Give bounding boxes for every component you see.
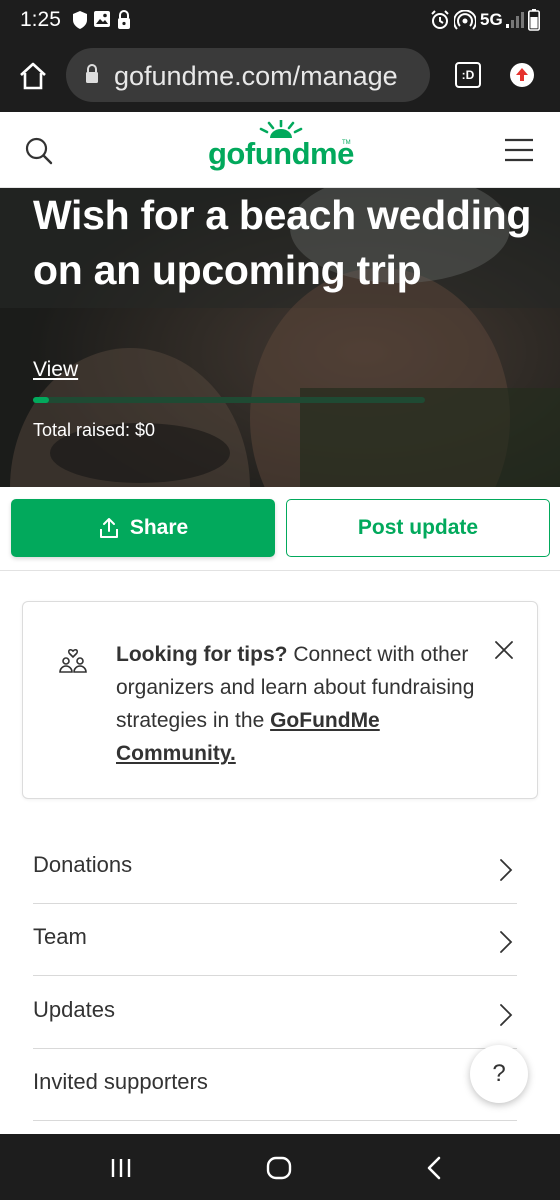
share-icon xyxy=(98,517,120,539)
home-icon[interactable] xyxy=(17,60,49,97)
signal-icon xyxy=(506,12,524,33)
community-icon xyxy=(57,642,89,679)
network-type: 5G xyxy=(480,10,503,29)
browser-toolbar: gofundme.com/manage :D xyxy=(0,40,560,112)
share-button[interactable]: Share xyxy=(11,499,275,557)
url-text: gofundme.com/manage xyxy=(114,61,398,91)
lock-icon xyxy=(117,10,131,35)
status-time: 1:25 xyxy=(20,8,61,31)
menu-item-donations[interactable]: Donations xyxy=(33,832,517,904)
menu-item-label: Updates xyxy=(33,997,115,1022)
menu-item-updates[interactable]: Updates xyxy=(33,977,517,1049)
divider xyxy=(0,570,560,571)
gallery-icon xyxy=(93,10,111,33)
chevron-right-icon xyxy=(499,1003,513,1032)
site-header: gofundme TM xyxy=(0,112,560,188)
home-button-icon[interactable] xyxy=(266,1156,292,1185)
tab-switcher-button[interactable]: :D xyxy=(455,62,481,88)
help-label: ? xyxy=(492,1060,506,1087)
menu-item-team[interactable]: Team xyxy=(33,904,517,976)
battery-icon xyxy=(528,9,540,36)
gofundme-logo[interactable]: gofundme xyxy=(208,136,354,172)
menu-item-label: Team xyxy=(33,924,87,949)
recent-apps-icon[interactable] xyxy=(110,1157,132,1184)
menu-item-invited-supporters[interactable]: Invited supporters xyxy=(33,1049,517,1121)
hamburger-menu-icon[interactable] xyxy=(504,138,534,167)
help-button[interactable]: ? xyxy=(470,1045,528,1103)
menu-item-label: Invited supporters xyxy=(33,1069,208,1094)
logo-trademark: TM xyxy=(342,140,351,146)
hotspot-icon xyxy=(453,9,477,35)
share-label: Share xyxy=(129,516,189,539)
system-navigation-bar xyxy=(0,1134,560,1200)
chevron-right-icon xyxy=(499,858,513,887)
menu-item-label: Donations xyxy=(33,852,133,877)
total-raised: Total raised: $0 xyxy=(33,420,156,440)
tab-count: :D xyxy=(461,68,475,82)
close-icon[interactable] xyxy=(494,640,514,665)
progress-fill xyxy=(33,397,49,403)
alarm-icon xyxy=(430,10,450,35)
search-icon[interactable] xyxy=(24,136,54,171)
tips-heading: Looking for tips? xyxy=(116,643,288,666)
post-update-label: Post update xyxy=(357,516,479,539)
url-bar[interactable]: gofundme.com/manage xyxy=(66,48,430,102)
campaign-hero: Wish for a beach wedding on an upcoming … xyxy=(0,188,560,487)
tips-card: Looking for tips? Connect with other org… xyxy=(22,601,538,799)
view-campaign-link[interactable]: View xyxy=(33,358,78,382)
back-icon[interactable] xyxy=(426,1156,442,1185)
update-arrow-icon[interactable] xyxy=(508,61,536,94)
post-update-button[interactable]: Post update xyxy=(286,499,550,557)
secure-lock-icon xyxy=(84,63,100,90)
status-bar: 1:25 5G xyxy=(0,0,560,40)
tips-text: Looking for tips? Connect with other org… xyxy=(116,638,478,770)
campaign-title: Wish for a beach wedding on an upcoming … xyxy=(33,192,532,293)
progress-bar xyxy=(33,397,425,403)
chevron-right-icon xyxy=(499,930,513,959)
shield-icon xyxy=(72,10,88,35)
